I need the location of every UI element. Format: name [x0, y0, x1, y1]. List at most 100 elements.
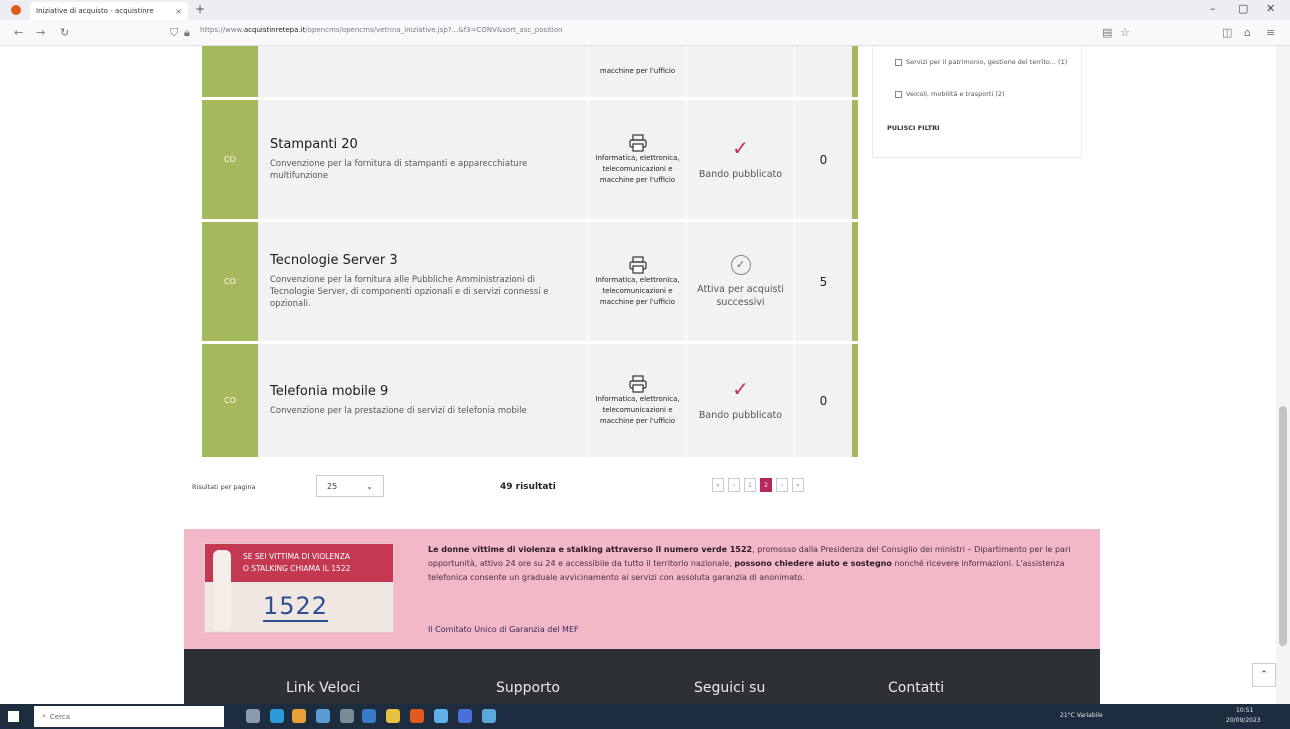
helpline-logo[interactable]: SE SEI VITTIMA DI VIOLENZA O STALKING CH…: [204, 543, 394, 633]
tab-title: Iniziative di acquisto - acquistinre: [36, 7, 154, 15]
mail-icon[interactable]: [316, 709, 330, 723]
filter-option[interactable]: Servizi per il patrimonio, gestione del …: [895, 58, 1067, 66]
page-1-button[interactable]: 1: [744, 478, 756, 492]
list-item[interactable]: macchine per l'ufficio: [202, 46, 858, 98]
footer-heading-link-veloci: Link Veloci: [286, 680, 361, 696]
check-circle-icon: ✓: [730, 254, 751, 275]
url-domain: acquistinretepa.it: [243, 26, 306, 34]
item-title[interactable]: Tecnologie Server 3: [270, 253, 582, 268]
browser-tab[interactable]: Iniziative di acquisto - acquistinre ×: [30, 2, 188, 20]
pocket-icon[interactable]: ◫: [1222, 26, 1232, 39]
list-item[interactable]: CO Telefonia mobile 9 Convenzione per la…: [202, 344, 858, 458]
last-page-button[interactable]: »: [792, 478, 804, 492]
scroll-to-top-button[interactable]: ⌃: [1252, 663, 1276, 687]
row-category: Informatica, elettronica, telecomunicazi…: [588, 222, 686, 341]
hand-icon: [213, 550, 231, 630]
category-text: Informatica, elettronica, telecomunicazi…: [595, 154, 680, 184]
filter-label: Veicoli, mobilità e trasporti (2): [906, 90, 1005, 98]
first-page-button[interactable]: «: [712, 478, 724, 492]
page-scrollbar[interactable]: [1276, 46, 1290, 704]
row-count: 0: [794, 100, 852, 219]
cug-mef-link[interactable]: Il Comitato Unico di Garanzia del MEF: [428, 625, 579, 634]
row-accent: [852, 46, 858, 97]
clock-time[interactable]: 10:51: [1236, 707, 1253, 714]
taskbar-search-placeholder: Cerca: [49, 712, 70, 721]
row-accent: [852, 100, 858, 219]
list-item[interactable]: CO Tecnologie Server 3 Convenzione per l…: [202, 222, 858, 342]
reload-icon[interactable]: ↻: [60, 26, 69, 39]
extensions-icon[interactable]: ⌂: [1244, 26, 1251, 39]
row-count: 5: [794, 222, 852, 341]
lock-icon[interactable]: 🔒︎: [184, 26, 190, 40]
clock-date[interactable]: 20/09/2023: [1226, 717, 1261, 724]
page-content: macchine per l'ufficio CO Stampanti 20 C…: [0, 46, 1276, 704]
menu-icon[interactable]: ≡: [1266, 26, 1275, 39]
per-page-label: Risultati per pagina: [192, 483, 256, 491]
list-item[interactable]: CO Stampanti 20 Convenzione per la forni…: [202, 100, 858, 220]
file-explorer-icon[interactable]: [386, 709, 400, 723]
row-badge: CO: [202, 222, 258, 341]
app-icon[interactable]: [362, 709, 376, 723]
firefox-icon: [11, 5, 21, 15]
row-category: macchine per l'ufficio: [588, 46, 686, 97]
results-count: 49 risultati: [500, 482, 556, 492]
state-text: Attiva per acquisti successivi: [697, 283, 784, 308]
app-icon[interactable]: [434, 709, 448, 723]
weather-widget[interactable]: 21°C Variabile: [1060, 712, 1103, 719]
windows-start-icon[interactable]: [8, 711, 19, 722]
reader-view-icon[interactable]: ▤: [1102, 26, 1112, 39]
logo-band: [205, 544, 393, 582]
row-info: Telefonia mobile 9 Convenzione per la pr…: [270, 344, 582, 457]
printer-icon: [628, 375, 647, 393]
filter-panel: Servizi per il patrimonio, gestione del …: [872, 46, 1082, 158]
store-icon[interactable]: [340, 709, 354, 723]
item-title[interactable]: Telefonia mobile 9: [270, 384, 582, 399]
next-page-button[interactable]: ›: [776, 478, 788, 492]
per-page-select[interactable]: 25 ⌄: [316, 475, 384, 497]
prev-page-button[interactable]: ‹: [728, 478, 740, 492]
minimize-button[interactable]: –: [1210, 2, 1216, 15]
checkbox[interactable]: [895, 58, 902, 66]
row-state: ✓ Bando pubblicato: [686, 100, 794, 219]
category-text: macchine per l'ufficio: [599, 67, 676, 75]
forward-icon[interactable]: →: [36, 26, 45, 39]
page-2-button[interactable]: 2: [760, 478, 772, 492]
tab-close-icon[interactable]: ×: [175, 7, 182, 16]
row-state: ✓ Bando pubblicato: [686, 344, 794, 457]
clear-filters-link[interactable]: PULISCI FILTRI: [887, 124, 940, 132]
scrollbar-thumb[interactable]: [1279, 406, 1287, 646]
shield-icon[interactable]: ⛉: [170, 26, 178, 40]
checkbox[interactable]: [895, 90, 902, 98]
category-text: Informatica, elettronica, telecomunicazi…: [595, 276, 680, 306]
logo-line-1: SE SEI VITTIMA DI VIOLENZA: [243, 552, 350, 561]
bookmark-star-icon[interactable]: ☆: [1120, 26, 1130, 39]
app-icon[interactable]: [458, 709, 472, 723]
tab-bar: Iniziative di acquisto - acquistinre × +…: [0, 0, 1290, 20]
close-window-button[interactable]: ✕: [1266, 2, 1275, 15]
search-icon: ⌕: [42, 712, 46, 720]
new-tab-button[interactable]: +: [195, 2, 205, 16]
firefox-taskbar-icon[interactable]: [410, 709, 424, 723]
url-prefix: https://www.: [200, 26, 244, 34]
taskbar-search[interactable]: ⌕ Cerca: [34, 706, 224, 727]
row-badge: CO: [202, 100, 258, 219]
back-icon[interactable]: ←: [14, 26, 23, 39]
chrome-icon[interactable]: [292, 709, 306, 723]
item-description: Convenzione per la fornitura alle Pubbli…: [270, 275, 549, 309]
banner-text-bold-1: Le donne vittime di violenza e stalking …: [428, 545, 753, 554]
task-view-icon[interactable]: [246, 709, 260, 723]
logo-line-2: O STALKING CHIAMA IL 1522: [243, 564, 351, 573]
app-icon[interactable]: [482, 709, 496, 723]
edge-icon[interactable]: [270, 709, 284, 723]
url-path: /opencms/opencms/vetrina_iniziative.jsp?…: [305, 26, 563, 34]
row-state: ✓ Attiva per acquisti successivi: [686, 222, 794, 341]
address-bar[interactable]: https://www.acquistinretepa.it/opencms/o…: [200, 26, 640, 34]
item-title[interactable]: Stampanti 20: [270, 137, 582, 152]
helpline-number: 1522: [263, 592, 329, 622]
state-text: Bando pubblicato: [698, 169, 783, 180]
row-accent: [852, 344, 858, 457]
printer-icon: [628, 256, 647, 274]
maximize-button[interactable]: ▢: [1238, 2, 1248, 15]
banner-text: Le donne vittime di violenza e stalking …: [428, 543, 1078, 585]
filter-option[interactable]: Veicoli, mobilità e trasporti (2): [895, 90, 1005, 98]
